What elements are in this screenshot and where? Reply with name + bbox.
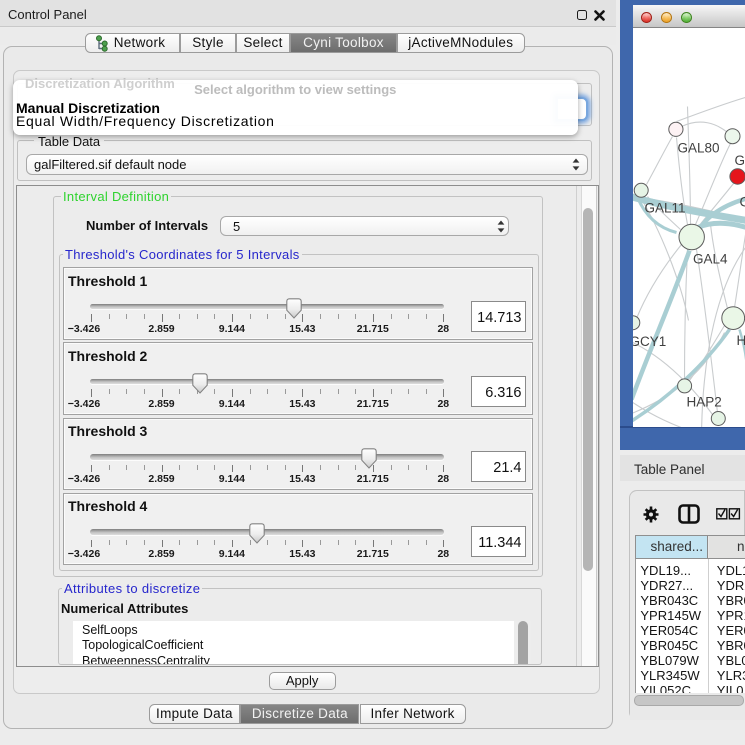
svg-text:GAL4: GAL4	[693, 251, 728, 266]
svg-text:C: C	[739, 194, 745, 209]
svg-text:GAL11: GAL11	[644, 200, 685, 215]
svg-text:GA: GA	[734, 153, 745, 168]
svg-text:GAL80: GAL80	[677, 140, 719, 155]
svg-text:GCY1: GCY1	[633, 334, 666, 349]
svg-text:H: H	[736, 333, 745, 348]
svg-text:HAP2: HAP2	[686, 394, 721, 409]
